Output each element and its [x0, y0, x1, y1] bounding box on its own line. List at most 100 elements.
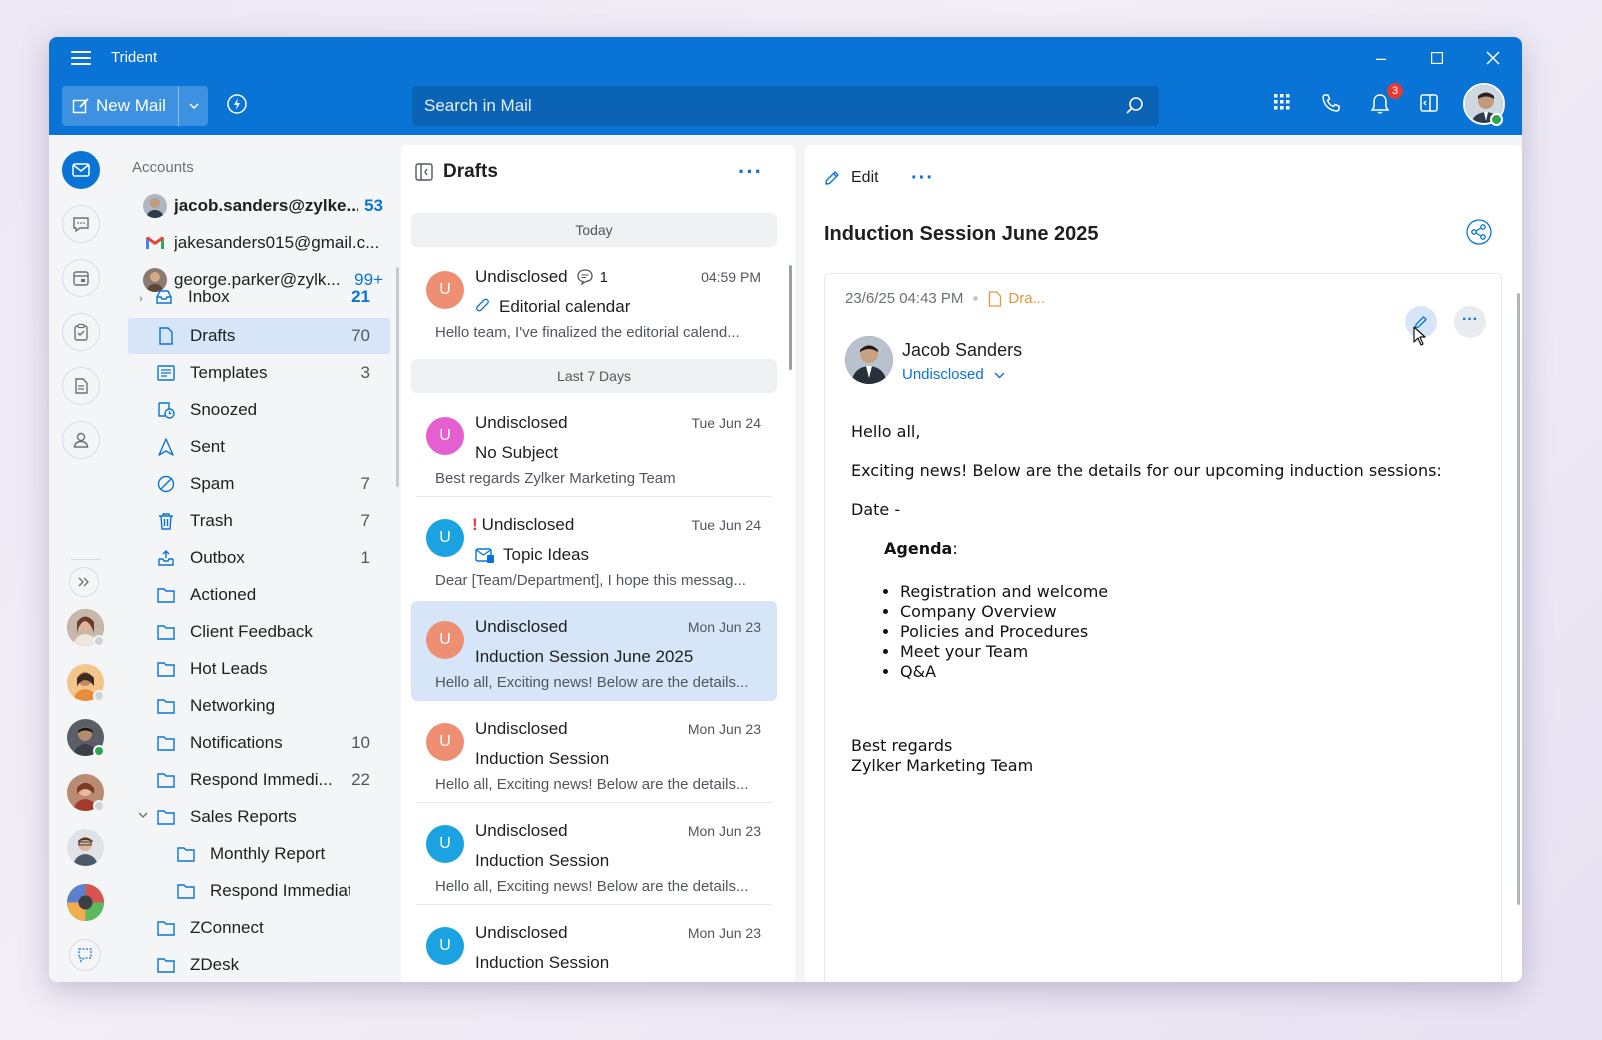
quick-action-button[interactable]	[226, 93, 248, 120]
sender-avatar: U	[426, 271, 464, 309]
phone-icon[interactable]	[1321, 93, 1341, 113]
folder-hot-leads[interactable]: Hot Leads	[128, 651, 390, 687]
folder-icon	[156, 918, 176, 938]
trash-icon	[156, 511, 176, 531]
folder-actioned[interactable]: Actioned	[128, 577, 390, 613]
rail-contacts[interactable]	[62, 421, 100, 459]
contact-avatar[interactable]	[67, 829, 104, 866]
folder-snoozed[interactable]: Snoozed	[128, 392, 390, 428]
bell-icon[interactable]	[1370, 93, 1390, 115]
mail-body: Hello all, Exciting news! Below are the …	[851, 422, 1491, 776]
minimize-icon[interactable]: –	[1361, 45, 1401, 71]
snooze-icon	[156, 400, 176, 420]
folder-sent[interactable]: Sent	[128, 429, 390, 465]
folder-client-feedback[interactable]: Client Feedback	[128, 614, 390, 650]
group-avatar-icon	[67, 884, 104, 921]
list-scrollbar[interactable]	[789, 265, 792, 370]
share-button[interactable]	[1466, 219, 1492, 250]
folder-outbox[interactable]: Outbox 1	[128, 540, 390, 576]
rail-feedback[interactable]	[69, 939, 101, 971]
mail-item[interactable]: U Undisclosed Mon Jun 23 Induction Sessi…	[411, 907, 777, 982]
search-input[interactable]	[412, 86, 1159, 126]
status-dot	[93, 745, 105, 757]
folder-zconnect[interactable]: ZConnect	[128, 910, 390, 946]
mail-item[interactable]: U Undisclosed 1 04:59 PM Editorial calen…	[411, 251, 777, 349]
reading-more-options[interactable]: ···	[911, 167, 934, 190]
mail-item[interactable]: U Undisclosed Mon Jun 23 Induction Sessi…	[411, 703, 777, 803]
group-avatar[interactable]	[67, 884, 104, 921]
agenda-list: Registration and welcome Company Overvie…	[900, 582, 1491, 682]
mail-subject: Editorial calendar	[475, 297, 630, 317]
reading-scrollbar[interactable]	[1517, 293, 1520, 905]
folder-icon	[176, 881, 196, 901]
rail-expand[interactable]	[69, 567, 99, 597]
draft-tag[interactable]: Dra...	[988, 290, 1045, 307]
body-intro: Exciting news! Below are the details for…	[851, 461, 1442, 480]
mail-item[interactable]: U Undisclosed Tue Jun 24 No Subject Best…	[411, 397, 777, 497]
side-panel-icon[interactable]	[1419, 93, 1439, 113]
sender-avatar: U	[426, 621, 464, 659]
recipient-dropdown[interactable]: Undisclosed	[902, 366, 1005, 383]
list-more-options[interactable]: ···	[738, 159, 763, 185]
folder-sales-reports[interactable]: Sales Reports	[128, 799, 390, 835]
contact-icon	[73, 432, 89, 448]
mail-item[interactable]: U ! Undisclosed Tue Jun 24 Topic Ideas D…	[411, 499, 777, 599]
new-mail-dropdown[interactable]	[178, 86, 208, 126]
folder-networking[interactable]: Networking	[128, 688, 390, 724]
status-dot	[93, 635, 105, 647]
pencil-icon	[825, 171, 839, 185]
mail-time: 04:59 PM	[701, 269, 761, 285]
folder-trash[interactable]: Trash 7	[128, 503, 390, 539]
agenda-item: Company Overview	[900, 602, 1491, 622]
sender-avatar: U	[426, 417, 464, 455]
folder-inbox[interactable]: Inbox 21	[128, 287, 390, 307]
mail-subject: Induction Session	[475, 851, 610, 870]
mail-more-options[interactable]: ···	[1454, 306, 1486, 338]
folder-monthly-report[interactable]: Monthly Report	[128, 836, 390, 872]
notification-badge: 3	[1387, 83, 1403, 99]
folder-respond-immediately[interactable]: Respond Immedi... 22	[128, 762, 390, 798]
mail-item-selected[interactable]: U Undisclosed Mon Jun 23 Induction Sessi…	[411, 601, 777, 701]
rail-calendar[interactable]	[62, 259, 100, 297]
folder-zdesk[interactable]: ZDesk	[128, 947, 390, 982]
folder-drafts[interactable]: Drafts 70	[128, 318, 390, 354]
maximize-icon[interactable]	[1417, 45, 1457, 71]
collapse-panel-icon[interactable]	[415, 163, 433, 181]
mail-item[interactable]: U Undisclosed Mon Jun 23 Induction Sessi…	[411, 805, 777, 905]
hamburger-menu-icon[interactable]	[71, 51, 91, 65]
edit-button[interactable]: Edit	[823, 169, 879, 187]
account-name: jakesanders015@gmail.c...	[174, 233, 380, 252]
sender-avatar: U	[426, 927, 464, 965]
row-divider	[416, 496, 772, 497]
apps-grid-icon[interactable]	[1273, 93, 1291, 111]
folder-spam[interactable]: Spam 7	[128, 466, 390, 502]
rail-tasks[interactable]	[62, 313, 100, 351]
account-item[interactable]: jakesanders015@gmail.c...	[143, 228, 383, 258]
double-chevron-right-icon	[78, 577, 89, 587]
folder-scrollbar[interactable]	[396, 267, 399, 487]
agenda-item: Policies and Procedures	[900, 622, 1491, 642]
folder-respond-immediately-sub[interactable]: Respond Immediat...	[128, 873, 390, 909]
mail-datetime: 23/6/25 04:43 PM	[845, 290, 964, 307]
folder-name: ZConnect	[190, 918, 264, 937]
mail-preview: Best regards Zylker Marketing Team	[435, 470, 676, 487]
account-item[interactable]: jacob.sanders@zylke... 53	[143, 191, 383, 221]
close-icon[interactable]	[1473, 45, 1513, 71]
folder-icon	[176, 844, 196, 864]
mail-subject: No Subject	[475, 443, 559, 462]
folder-notifications[interactable]: Notifications 10	[128, 725, 390, 761]
rail-notes[interactable]	[62, 367, 100, 405]
folder-name: Templates	[190, 363, 268, 382]
folder-templates[interactable]: Templates 3	[128, 355, 390, 391]
sender-name: Jacob Sanders	[902, 340, 1023, 360]
rail-chat[interactable]	[62, 205, 100, 243]
rail-mail[interactable]	[62, 151, 100, 189]
folder-name: Actioned	[190, 585, 257, 604]
mail-list-pane: Drafts ··· Today U Undisclosed 1 04:59 P…	[401, 145, 795, 982]
new-mail-button[interactable]: New Mail	[62, 86, 178, 126]
sent-icon	[156, 437, 176, 457]
sender-avatar[interactable]	[845, 336, 893, 384]
top-bar: Trident – New Mail Search in Mail 3	[49, 37, 1522, 135]
search-icon[interactable]	[1125, 96, 1145, 116]
mail-subject: Topic Ideas	[475, 545, 589, 565]
